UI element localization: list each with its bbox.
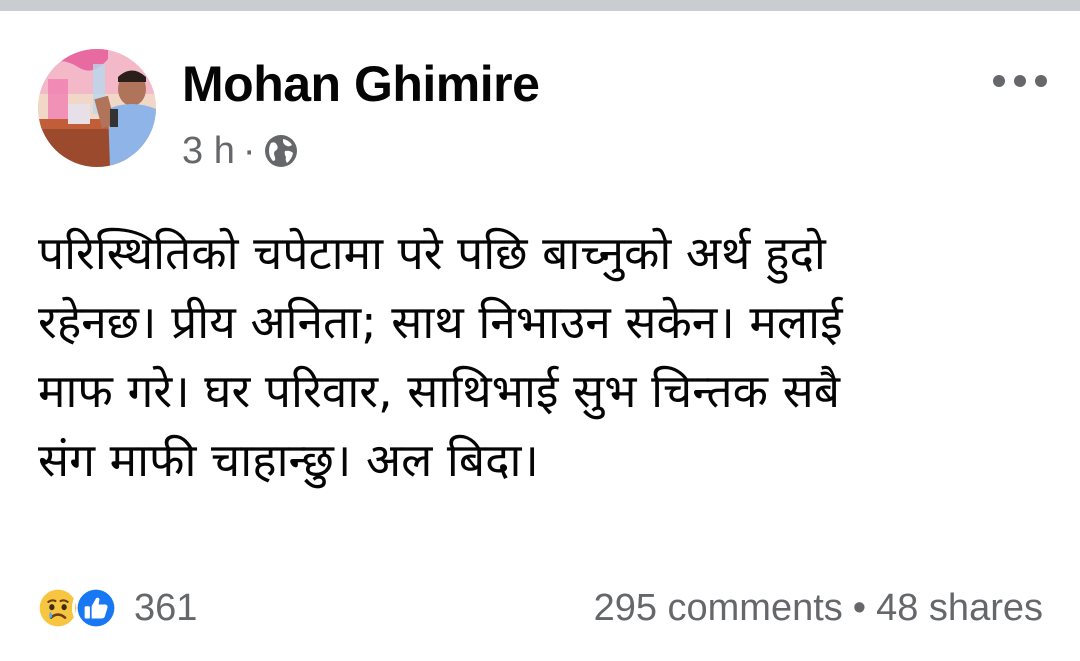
post-stats: 295 comments • 48 shares — [594, 583, 1043, 633]
post-text-line: माफ गरे। घर परिवार, साथिभाई सुभ चिन्तक स… — [38, 364, 840, 418]
comments-count[interactable]: 295 comments — [594, 587, 843, 630]
post-time[interactable]: 3 h — [182, 130, 235, 173]
shares-count[interactable]: 48 shares — [876, 587, 1043, 630]
post-text-line: परिस्थितिको चपेटामा परे पछि बाच्नुको अर्… — [38, 226, 826, 280]
reaction-count: 361 — [134, 586, 198, 629]
post-text-line: रहेनछ। प्रीय अनिता; साथ निभाउन सकेन। मला… — [38, 295, 843, 349]
globe-icon — [263, 133, 299, 169]
post-footer: 361 295 comments • 48 shares — [0, 577, 1080, 637]
post-text-line: संग माफी चाहान्छु। अल बिदा। — [38, 433, 539, 487]
stats-separator: • — [852, 586, 867, 629]
meta-separator: · — [242, 129, 256, 172]
avatar-photo — [38, 49, 156, 167]
top-separator — [0, 0, 1080, 11]
author-name[interactable]: Mohan Ghimire — [182, 55, 540, 113]
post-card: Mohan Ghimire 3 h · परिस्थितिको चपेटामा … — [0, 11, 1080, 661]
reactions-summary[interactable]: 361 — [34, 583, 197, 633]
post-meta: 3 h · — [182, 129, 299, 173]
more-options-icon — [993, 75, 1047, 87]
author-avatar[interactable] — [38, 49, 156, 167]
like-reaction-icon — [72, 584, 120, 632]
more-options-button[interactable] — [985, 59, 1055, 103]
post-message: परिस्थितिको चपेटामा परे पछि बाच्नुको अर्… — [38, 219, 1048, 495]
